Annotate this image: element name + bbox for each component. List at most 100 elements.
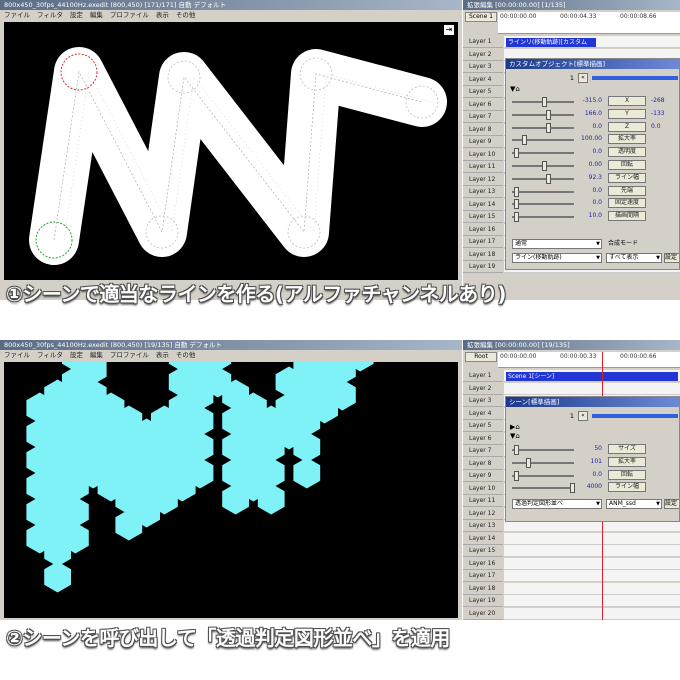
- layer-header[interactable]: Layer 14: [463, 532, 503, 545]
- layer-header[interactable]: Layer 9: [463, 136, 503, 148]
- layer-header[interactable]: Layer 4: [463, 73, 503, 86]
- param-end-value[interactable]: -133: [651, 108, 665, 120]
- blend-mode-select[interactable]: 通常: [512, 239, 602, 249]
- layer-header[interactable]: Layer 18: [463, 582, 503, 595]
- param-button[interactable]: 先端: [608, 185, 646, 196]
- line-clip[interactable]: ラインリ(移動軌跡)[カスタム: [506, 38, 596, 47]
- menu-view[interactable]: 表示: [156, 351, 169, 359]
- slider-knob[interactable]: [522, 135, 527, 146]
- param-slider[interactable]: [512, 212, 574, 223]
- layer-track[interactable]: [504, 545, 680, 557]
- frame-slider[interactable]: [592, 76, 678, 80]
- collapse-icon[interactable]: ▼⌂: [510, 85, 520, 93]
- layer-header[interactable]: Layer 1: [463, 370, 503, 382]
- slider-knob[interactable]: [570, 483, 575, 494]
- param-button[interactable]: 拡大率: [608, 134, 646, 145]
- layer-track[interactable]: [504, 595, 680, 607]
- slider-knob[interactable]: [542, 161, 547, 171]
- layer-header[interactable]: Layer 13: [463, 520, 503, 532]
- layer-header[interactable]: Layer 7: [463, 445, 503, 457]
- param-value[interactable]: -315.0: [578, 95, 602, 107]
- param-slider[interactable]: [512, 161, 574, 171]
- layer-header[interactable]: Layer 14: [463, 198, 503, 211]
- param-button[interactable]: Y: [608, 108, 646, 119]
- param-value[interactable]: 50: [578, 443, 602, 455]
- param-value[interactable]: 0.0: [578, 469, 602, 481]
- param-button[interactable]: Z: [608, 121, 646, 132]
- layer-header[interactable]: Layer 5: [463, 86, 503, 98]
- param-button[interactable]: X: [608, 96, 646, 106]
- param-slider[interactable]: [512, 457, 574, 468]
- param-slider[interactable]: [512, 186, 574, 197]
- slider-knob[interactable]: [546, 122, 551, 133]
- layer-track[interactable]: [504, 607, 680, 620]
- effect-select[interactable]: 透過判定図形並べ: [512, 499, 602, 509]
- param-button[interactable]: 固定速度: [608, 198, 646, 209]
- param-slider[interactable]: [512, 483, 575, 494]
- scene-select-button[interactable]: Scene 1: [465, 12, 497, 22]
- param-button[interactable]: 透明度: [608, 147, 646, 158]
- layer-header[interactable]: Layer 20: [463, 607, 503, 620]
- param-slider[interactable]: [512, 445, 574, 455]
- layer-header[interactable]: Layer 8: [463, 457, 503, 470]
- menu-view[interactable]: 表示: [156, 11, 169, 19]
- param-value[interactable]: 10.0: [578, 210, 602, 222]
- menu-filter[interactable]: フィルタ: [37, 351, 63, 359]
- param-slider[interactable]: [512, 109, 574, 120]
- layer-header[interactable]: Layer 3: [463, 395, 503, 407]
- param-button[interactable]: 回転: [608, 160, 646, 170]
- layer-header[interactable]: Layer 12: [463, 507, 503, 520]
- time-ruler[interactable]: 00:00:00.00 00:00:00.33 00:00:00.66: [498, 352, 680, 368]
- param-value[interactable]: 92.3: [578, 172, 602, 184]
- param-slider[interactable]: [512, 199, 574, 210]
- layer-track[interactable]: [504, 382, 680, 395]
- param-slider[interactable]: [512, 97, 574, 107]
- menu-file[interactable]: ファイル: [4, 351, 30, 359]
- param-value[interactable]: 0.00: [578, 159, 602, 171]
- param-value[interactable]: 0.0: [578, 185, 602, 197]
- param-button[interactable]: ライン幅: [608, 172, 646, 183]
- layer-header[interactable]: Layer 1: [463, 36, 503, 48]
- layer-header[interactable]: Layer 2: [463, 382, 503, 395]
- menu-settings[interactable]: 設定: [70, 351, 83, 359]
- menu-edit[interactable]: 編集: [90, 11, 103, 19]
- layer-header[interactable]: Layer 15: [463, 545, 503, 557]
- layer-header[interactable]: Layer 15: [463, 211, 503, 223]
- layer-header[interactable]: Layer 10: [463, 482, 503, 495]
- slider-knob[interactable]: [546, 109, 551, 120]
- layer-header[interactable]: Layer 6: [463, 98, 503, 111]
- slider-knob[interactable]: [514, 199, 519, 210]
- param-slider[interactable]: [512, 470, 574, 481]
- param-button[interactable]: サイズ: [608, 444, 646, 454]
- layer-header[interactable]: Layer 5: [463, 420, 503, 432]
- expand-icon[interactable]: ⇥: [444, 25, 454, 35]
- preview-canvas[interactable]: [4, 340, 458, 618]
- settings-button[interactable]: 設定: [664, 499, 679, 509]
- param-button[interactable]: 回転: [608, 469, 646, 480]
- param-value[interactable]: 4000: [578, 481, 602, 493]
- param-button[interactable]: 拡大率: [608, 456, 646, 467]
- layer-header[interactable]: Layer 10: [463, 148, 503, 161]
- layer-header[interactable]: Layer 16: [463, 223, 503, 236]
- slider-knob[interactable]: [514, 186, 519, 197]
- display-mode-select[interactable]: すべて表示: [606, 253, 662, 263]
- param-end-value[interactable]: 0.0: [651, 121, 661, 133]
- prev-frame-button[interactable]: «: [578, 73, 588, 83]
- menu-profile[interactable]: プロファイル: [110, 351, 149, 359]
- param-value[interactable]: 0.0: [578, 197, 602, 209]
- scene-select-button[interactable]: Root: [465, 352, 497, 362]
- param-slider[interactable]: [512, 173, 574, 184]
- time-ruler[interactable]: 00:00:00.00 00:00:04.33 00:00:08.66: [498, 12, 680, 34]
- menu-settings[interactable]: 設定: [70, 11, 83, 19]
- slider-knob[interactable]: [526, 457, 531, 468]
- layer-header[interactable]: Layer 3: [463, 61, 503, 73]
- scene-clip[interactable]: Scene 1[シーン]: [506, 372, 678, 381]
- menu-other[interactable]: その他: [176, 351, 196, 359]
- layer-header[interactable]: Layer 4: [463, 407, 503, 420]
- param-slider[interactable]: [512, 135, 574, 146]
- param-slider[interactable]: [512, 148, 574, 159]
- param-button[interactable]: 描画間隔: [608, 211, 646, 222]
- script-select[interactable]: ANM_ssd: [606, 499, 662, 509]
- layer-header[interactable]: Layer 12: [463, 173, 503, 186]
- slider-knob[interactable]: [514, 470, 519, 481]
